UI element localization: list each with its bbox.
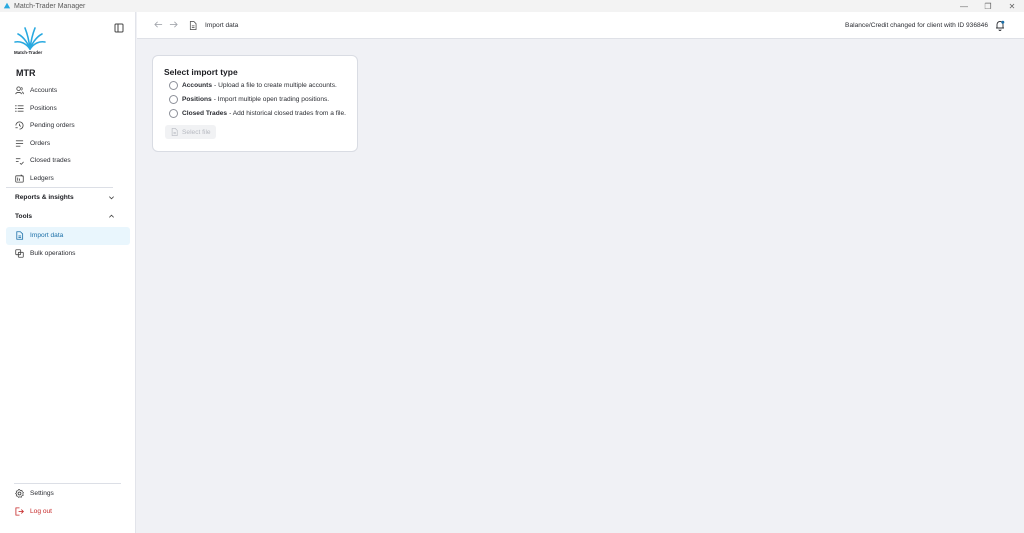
notification-message: Balance/Credit changed for client with I…	[845, 22, 988, 29]
sidebar-item-label: Ledgers	[30, 174, 54, 182]
sidebar-item-ledgers[interactable]: Ledgers	[6, 170, 130, 188]
sidebar: Match-Trader MTR Accounts Positions Pend…	[0, 12, 136, 533]
sidebar-divider	[6, 187, 113, 188]
option-description: - Add historical closed trades from a fi…	[229, 110, 346, 117]
option-closed-trades[interactable]: Closed Trades - Add historical closed tr…	[169, 109, 346, 118]
sidebar-item-label: Bulk operations	[30, 249, 76, 257]
import-type-card: Select import type Accounts - Upload a f…	[152, 55, 358, 152]
option-name: Closed Trades	[182, 110, 228, 117]
sidebar-toggle-icon[interactable]	[114, 23, 124, 33]
tools-nav: Import data Bulk operations	[6, 227, 130, 262]
option-positions[interactable]: Positions - Import multiple open trading…	[169, 95, 329, 104]
section-tools[interactable]: Tools	[15, 213, 115, 220]
closed-trades-icon	[15, 156, 24, 166]
card-title: Select import type	[164, 67, 238, 77]
list-icon	[15, 104, 24, 113]
chevron-down-icon	[109, 196, 114, 200]
sidebar-divider	[14, 483, 121, 484]
chevron-up-icon	[109, 214, 114, 218]
logo-text: Match-Trader	[14, 50, 43, 55]
window-titlebar: Match-Trader Manager — ❐ ✕	[0, 0, 1024, 12]
users-icon	[15, 86, 24, 95]
minimize-button[interactable]: —	[952, 0, 976, 12]
window-controls: — ❐ ✕	[952, 0, 1024, 12]
radio-button[interactable]	[169, 81, 178, 90]
option-description: - Import multiple open trading positions…	[213, 96, 330, 103]
sidebar-item-logout[interactable]: Log out	[6, 503, 130, 521]
option-name: Accounts	[182, 82, 213, 89]
sidebar-item-label: Orders	[30, 139, 51, 147]
section-label: Tools	[15, 213, 33, 220]
app-icon	[3, 2, 11, 9]
sidebar-item-orders[interactable]: Orders	[6, 135, 130, 153]
section-reports-insights[interactable]: Reports & insights	[15, 194, 115, 201]
option-name: Positions	[182, 96, 212, 103]
logout-icon	[15, 507, 24, 516]
brand-name: MTR	[16, 68, 36, 78]
file-import-icon	[189, 21, 197, 30]
sidebar-item-accounts[interactable]: Accounts	[6, 82, 130, 100]
file-icon	[171, 128, 178, 136]
section-label: Reports & insights	[15, 194, 74, 201]
ledger-icon	[15, 174, 24, 183]
radio-button[interactable]	[169, 95, 178, 104]
sidebar-item-pending-orders[interactable]: Pending orders	[6, 117, 130, 135]
sidebar-item-label: Positions	[30, 104, 57, 112]
option-description: - Upload a file to create multiple accou…	[214, 82, 337, 89]
sidebar-item-import-data[interactable]: Import data	[6, 227, 130, 245]
pending-icon	[15, 121, 24, 130]
restore-button[interactable]: ❐	[976, 0, 1000, 12]
option-accounts[interactable]: Accounts - Upload a file to create multi…	[169, 81, 337, 90]
window-title: Match-Trader Manager	[14, 2, 86, 10]
sidebar-item-positions[interactable]: Positions	[6, 100, 130, 118]
back-arrow-icon[interactable]	[154, 20, 163, 29]
sidebar-item-settings[interactable]: Settings	[6, 485, 130, 503]
sidebar-item-bulk-operations[interactable]: Bulk operations	[6, 245, 130, 263]
select-file-label: Select file	[182, 128, 211, 136]
top-header: Import data Balance/Credit changed for c…	[137, 12, 1024, 39]
sidebar-item-label: Log out	[30, 507, 52, 515]
copy-icon	[15, 249, 24, 258]
sidebar-item-label: Accounts	[30, 87, 58, 95]
select-file-button[interactable]: Select file	[165, 125, 216, 139]
close-button[interactable]: ✕	[1000, 0, 1024, 12]
main-nav: Accounts Positions Pending orders Orders…	[6, 82, 130, 187]
sidebar-item-label: Closed trades	[30, 157, 71, 165]
history-nav	[154, 20, 178, 29]
file-import-icon	[15, 231, 24, 240]
bottom-nav: Settings Log out	[6, 485, 130, 520]
bell-icon[interactable]	[995, 20, 1005, 31]
breadcrumb: Import data	[205, 22, 239, 29]
sidebar-item-label: Pending orders	[30, 122, 75, 130]
lines-icon	[15, 139, 24, 148]
gear-icon	[15, 489, 24, 499]
sidebar-item-label: Import data	[30, 232, 64, 240]
radio-button[interactable]	[169, 109, 178, 118]
forward-arrow-icon[interactable]	[169, 20, 178, 29]
sidebar-item-label: Settings	[30, 490, 54, 498]
sidebar-item-closed-trades[interactable]: Closed trades	[6, 152, 130, 170]
